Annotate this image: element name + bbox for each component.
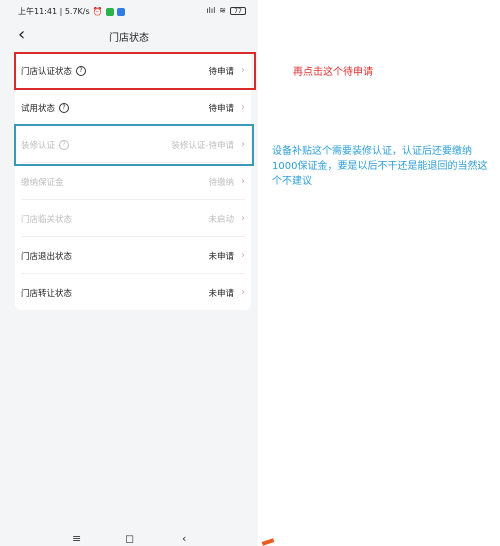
row-value: 未申请: [208, 251, 234, 262]
annotation-text-red: 再点击这个待申请: [293, 67, 373, 78]
annotation-highlight-red: [14, 52, 256, 90]
annotation-mark: [261, 538, 275, 546]
app-icon-blue: [116, 7, 125, 16]
annotation-text-blue: 设备补贴这个需要装修认证，认证后还要缴纳1000保证金，要是以后不干还是能退回的…: [272, 146, 488, 187]
status-card: 门店认证状态? 待申请 › 试用状态? 待申请 › 装修认证? 装修认证-待申请…: [15, 52, 251, 310]
alarm-icon: ⏰: [92, 7, 103, 16]
row-value: 未申请: [208, 288, 234, 299]
row-deposit[interactable]: 缴纳保证金 待缴纳 ›: [15, 163, 251, 200]
help-icon[interactable]: ?: [59, 102, 70, 113]
chevron-right-icon: ›: [241, 102, 245, 113]
annotation-highlight-blue: [14, 124, 254, 166]
app-icon-green: [105, 7, 114, 16]
battery-icon: 77: [230, 6, 246, 15]
row-value: 待缴纳: [208, 177, 234, 188]
wifi-icon: ≋: [219, 6, 226, 15]
back-nav-icon[interactable]: ‹: [182, 532, 186, 545]
row-label: 门店临关状态: [21, 214, 73, 225]
row-store-exit[interactable]: 门店退出状态 未申请 ›: [15, 237, 251, 274]
row-value: 未启动: [208, 214, 234, 225]
page-title: 门店状态: [109, 33, 149, 44]
row-store-transfer[interactable]: 门店转让状态 未申请 ›: [15, 274, 251, 311]
home-icon[interactable]: ◻: [125, 532, 134, 545]
menu-icon[interactable]: ≡: [72, 532, 81, 545]
system-nav-bar: ≡ ◻ ‹: [0, 532, 258, 546]
row-label: 试用状态: [21, 103, 56, 114]
chevron-right-icon: ›: [241, 213, 245, 224]
status-time: 上午11:41 | 5.7K/s: [18, 7, 90, 16]
row-label: 门店转让状态: [21, 288, 73, 299]
nav-bar: ‹ 门店状态: [0, 20, 258, 50]
row-label: 缴纳保证金: [21, 177, 64, 188]
row-value: 待申请: [208, 103, 234, 114]
signal-icon: ılıl: [206, 6, 216, 15]
row-trial-status[interactable]: 试用状态? 待申请 ›: [15, 89, 251, 126]
row-label: 门店退出状态: [21, 251, 73, 262]
chevron-right-icon: ›: [241, 287, 245, 298]
chevron-right-icon: ›: [241, 176, 245, 187]
chevron-right-icon: ›: [241, 250, 245, 261]
row-temporary-close[interactable]: 门店临关状态 未启动 ›: [15, 200, 251, 237]
status-bar: 上午11:41 | 5.7K/s ⏰ ılıl ≋ 77: [0, 0, 258, 20]
